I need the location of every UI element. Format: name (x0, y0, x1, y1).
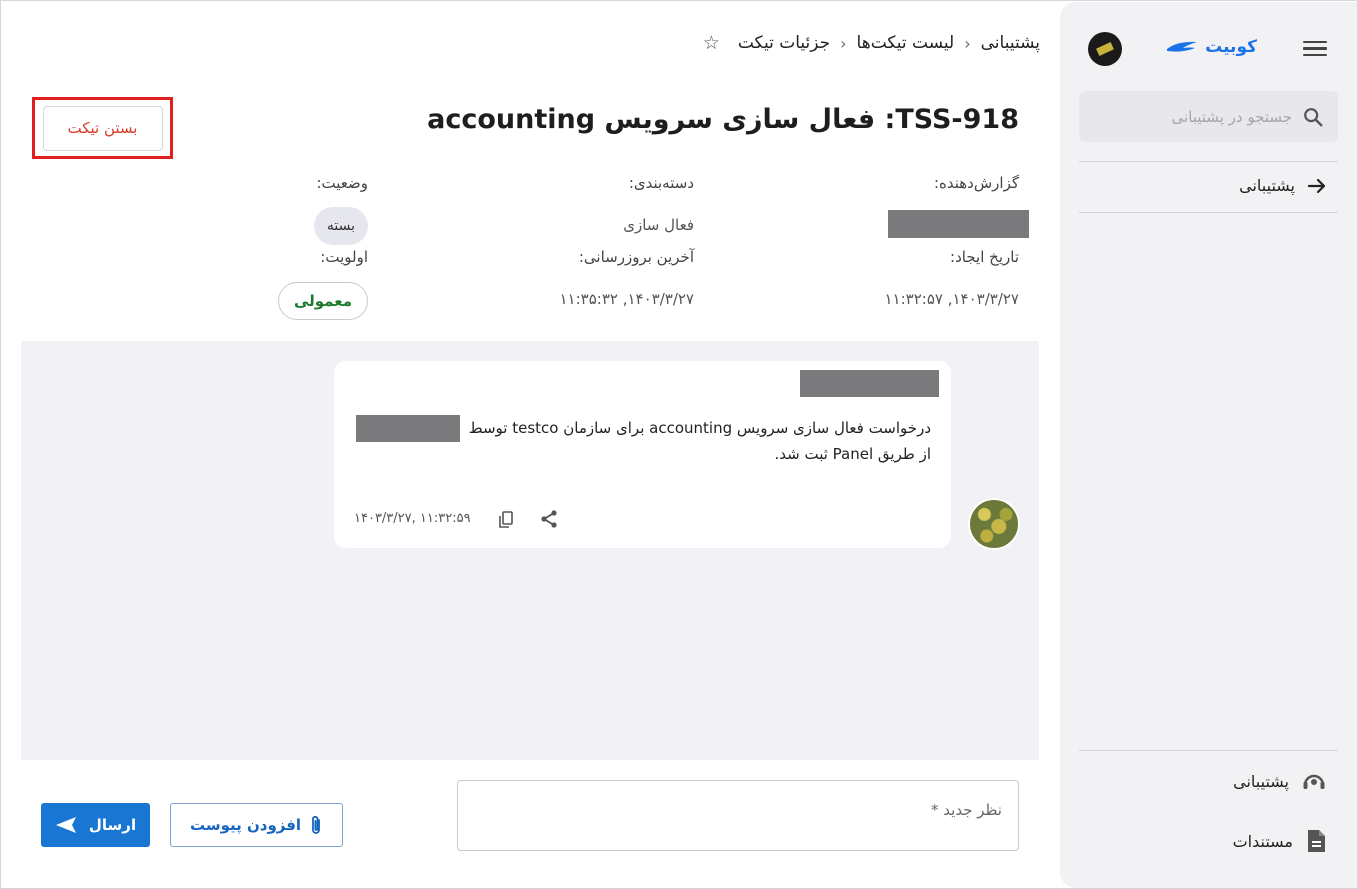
reporter-redacted (888, 210, 1029, 238)
copy-icon[interactable] (498, 511, 514, 533)
created-value: ۱۴۰۳/۳/۲۷, ۱۱:۳۲:۵۷ (884, 290, 1019, 308)
search-icon[interactable] (1302, 106, 1324, 128)
sidebar-item-docs[interactable]: مستندات (1233, 828, 1327, 854)
logo-text: کوبیت (1205, 37, 1257, 57)
comment-field[interactable] (457, 780, 1019, 851)
close-ticket-button[interactable]: بستن تیکت (42, 105, 163, 151)
comment-input[interactable] (458, 781, 1018, 850)
breadcrumb-support[interactable]: پشتیبانی (981, 33, 1040, 53)
chevron-left-icon: ‹ (964, 33, 971, 53)
updated-value: ۱۴۰۳/۳/۲۷, ۱۱:۳۵:۳۲ (559, 290, 694, 308)
message-timestamp: ۱۴۰۳/۳/۲۷, ۱۱:۳۲:۵۹ (354, 511, 471, 526)
paperclip-icon (309, 814, 323, 836)
message-line: درخواست فعال سازی سرویس accounting برای … (331, 415, 931, 442)
arrow-right-icon (1307, 177, 1327, 195)
search-input[interactable] (1093, 107, 1292, 126)
send-label: ارسال (88, 816, 137, 834)
logo-icon (1167, 41, 1198, 52)
sidebar-item-label: پشتیبانی (1233, 771, 1289, 791)
user-redacted (355, 415, 460, 442)
app-logo[interactable]: کوبیت (1165, 32, 1257, 62)
reporter-label: گزارش‌دهنده: (933, 174, 1019, 192)
breadcrumb: پشتیبانی ‹ لیست تیکت‌ها ‹ جزئیات تیکت ☆ (703, 32, 1040, 54)
send-button[interactable]: ارسال (41, 803, 150, 847)
close-ticket-highlight: بستن تیکت (32, 97, 173, 159)
author-redacted (800, 370, 939, 397)
created-label: تاریخ ایجاد: (950, 248, 1019, 266)
user-avatar[interactable] (1088, 32, 1122, 66)
menu-icon[interactable] (1303, 37, 1327, 59)
divider (1079, 161, 1338, 162)
breadcrumb-ticket-details: جزئیات تیکت (737, 33, 831, 53)
chevron-left-icon: ‹ (840, 33, 847, 53)
message-bubble: درخواست فعال سازی سرویس accounting برای … (334, 361, 951, 548)
composer: افزودن پیوست ارسال (21, 760, 1039, 870)
sidebar-item-support-back[interactable]: پشتیبانی (1239, 176, 1327, 195)
sidebar-search[interactable] (1079, 91, 1338, 142)
conversation-area: درخواست فعال سازی سرویس accounting برای … (21, 341, 1039, 760)
message-line: از طریق Panel ثبت شد. (774, 445, 931, 463)
priority-label: اولویت: (320, 248, 368, 266)
message-text: درخواست فعال سازی سرویس accounting برای … (331, 415, 931, 467)
author-avatar (968, 498, 1020, 550)
document-icon (1305, 828, 1327, 854)
send-icon (55, 816, 77, 834)
share-icon[interactable] (539, 509, 559, 529)
category-value: فعال سازی (623, 216, 694, 234)
add-attachment-button[interactable]: افزودن پیوست (170, 803, 343, 847)
priority-badge: معمولی (277, 282, 368, 320)
breadcrumb-ticket-list[interactable]: لیست تیکت‌ها (857, 33, 955, 53)
sidebar-item-support[interactable]: پشتیبانی (1233, 768, 1327, 794)
sidebar: کوبیت پشتیبانی پشتیبانی مستندات (1060, 2, 1357, 888)
ticket-header: TSS-918: فعال سازی سرویس accounting بستن… (21, 86, 1039, 341)
divider (1079, 212, 1338, 213)
status-badge: بسته (313, 207, 368, 245)
support-icon (1301, 768, 1327, 794)
status-label: وضعیت: (316, 174, 368, 192)
sidebar-item-label: مستندات (1232, 831, 1293, 851)
category-label: دسته‌بندی: (628, 174, 694, 192)
divider (1079, 750, 1338, 751)
updated-label: آخرین بروزرسانی: (578, 248, 694, 266)
sidebar-item-label: پشتیبانی (1239, 176, 1295, 195)
star-icon[interactable]: ☆ (703, 32, 720, 54)
ticket-title: TSS-918: فعال سازی سرویس accounting (427, 104, 1019, 135)
attach-label: افزودن پیوست (189, 816, 302, 834)
